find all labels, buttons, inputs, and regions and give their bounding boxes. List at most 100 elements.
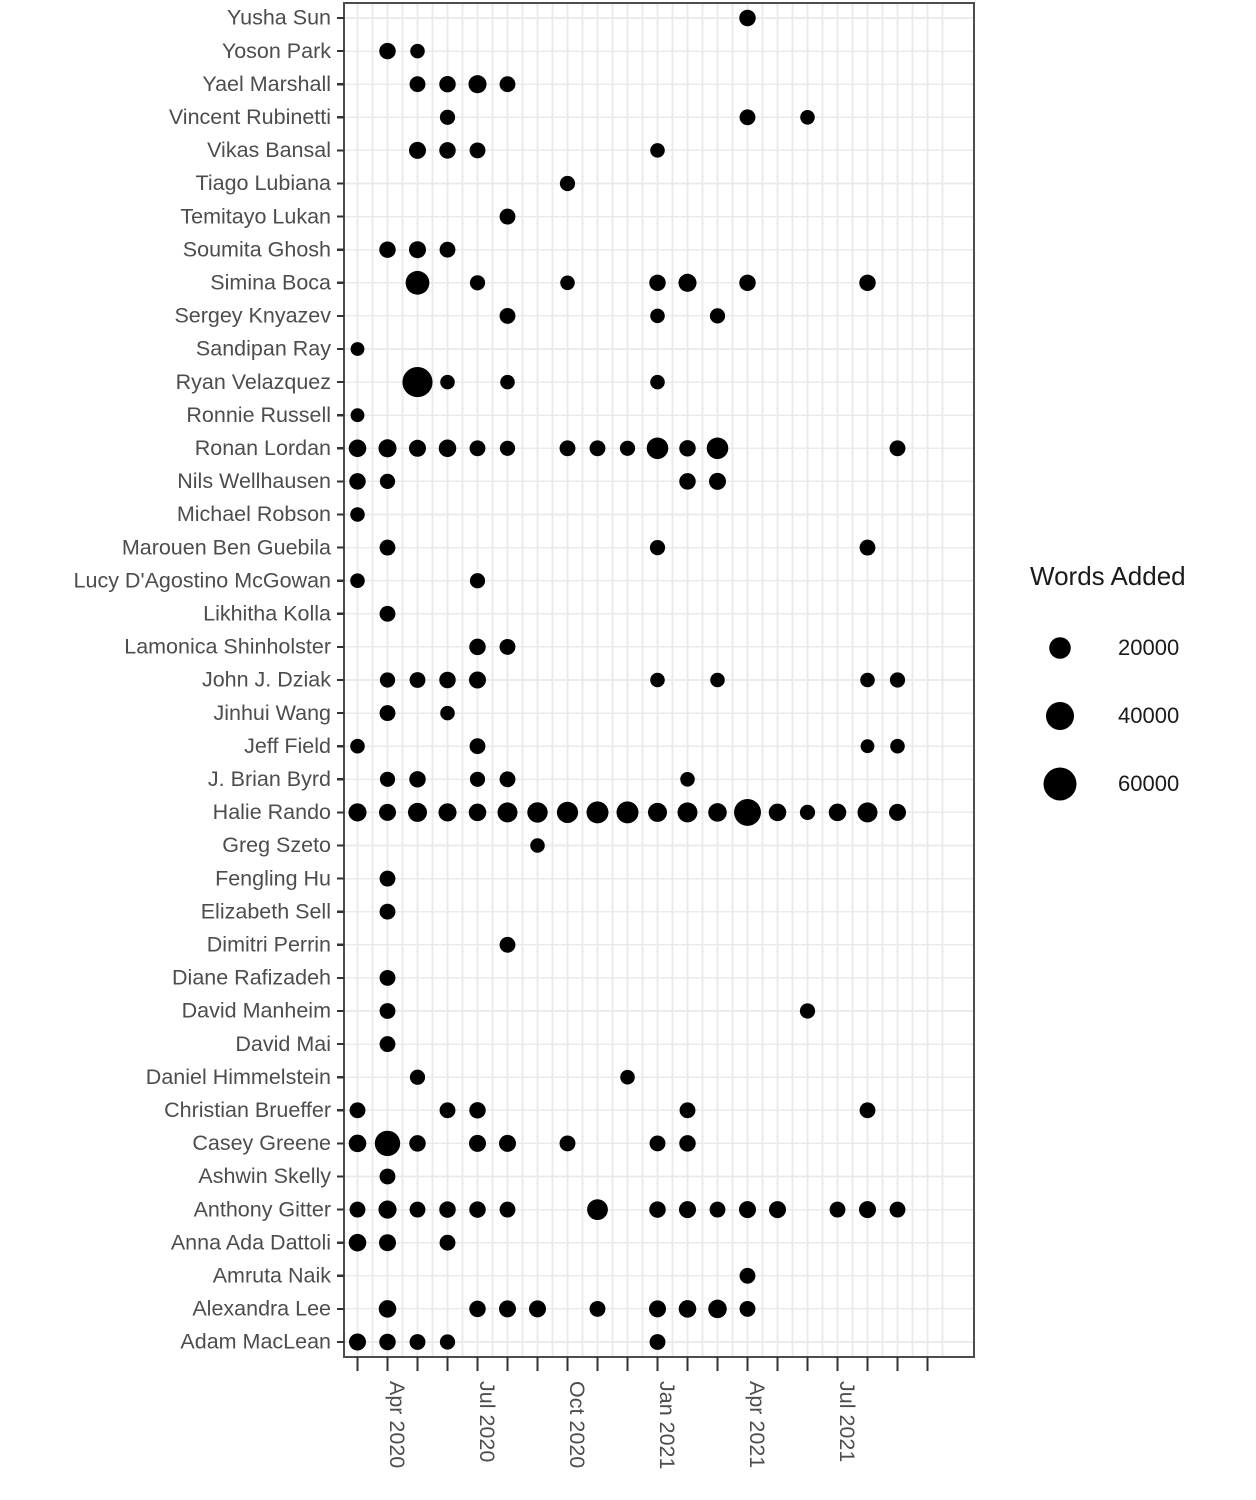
y-axis-tick-label: Vincent Rubinetti	[169, 105, 331, 129]
y-axis-tick-label: Jeff Field	[244, 734, 331, 758]
data-point-bubble	[469, 440, 486, 457]
data-point-bubble	[440, 705, 455, 721]
data-point-bubble	[708, 1299, 727, 1319]
data-point-bubble	[378, 1300, 397, 1318]
y-axis-tick-label: Sergey Knyazev	[174, 304, 331, 328]
data-point-bubble	[379, 672, 396, 688]
data-point-bubble	[469, 1102, 486, 1119]
data-point-bubble	[708, 803, 727, 822]
data-point-bubble	[739, 1267, 756, 1284]
data-point-bubble	[499, 1201, 516, 1218]
data-point-bubble	[469, 573, 486, 589]
data-point-bubble	[679, 1135, 696, 1152]
data-point-bubble	[649, 1135, 666, 1152]
data-point-bubble	[378, 1200, 397, 1219]
data-point-bubble	[379, 473, 396, 490]
data-point-bubble	[439, 1234, 456, 1251]
data-point-bubble	[708, 472, 727, 490]
data-point-bubble	[378, 439, 397, 458]
y-axis-tick-label: Adam MacLean	[180, 1330, 331, 1354]
data-point-bubble	[556, 801, 579, 824]
data-point-bubble	[379, 870, 396, 887]
y-axis-tick-label: Soumita Ghosh	[183, 237, 331, 261]
data-point-bubble	[560, 275, 575, 291]
data-point-bubble	[648, 1300, 667, 1318]
data-point-bubble	[649, 1334, 666, 1350]
data-point-bubble	[530, 838, 545, 853]
data-point-bubble	[649, 1201, 666, 1218]
legend-key-label: 20000	[1118, 635, 1179, 660]
legend-title: Words Added	[1030, 561, 1186, 591]
data-point-bubble	[349, 1201, 366, 1218]
data-point-bubble	[559, 175, 576, 192]
data-point-bubble	[348, 1233, 367, 1252]
data-point-bubble	[890, 738, 905, 754]
data-point-bubble	[650, 672, 665, 688]
y-axis-tick-label: Marouen Ben Guebila	[122, 535, 331, 559]
data-point-bubble	[497, 802, 518, 823]
data-point-bubble	[589, 440, 606, 457]
legend: Words Added 20000 40000 60000	[1030, 561, 1186, 801]
y-axis-tick-label: David Mai	[235, 1032, 331, 1056]
data-point-bubble	[828, 803, 847, 822]
y-axis-tick-label: Likhitha Kolla	[203, 601, 331, 625]
data-point-bubble	[800, 110, 815, 125]
y-axis-tick-label: Halie Rando	[213, 800, 331, 824]
y-axis-tick-label: Ronnie Russell	[186, 403, 331, 427]
data-point-bubble	[499, 307, 516, 324]
y-axis-tick-label: David Manheim	[182, 999, 331, 1023]
y-axis-tick-label: Yoson Park	[222, 39, 331, 63]
data-point-bubble	[379, 969, 396, 986]
data-point-bubble	[858, 1201, 877, 1219]
legend-size-dot	[1043, 767, 1077, 801]
data-point-bubble	[857, 802, 878, 823]
data-point-bubble	[469, 771, 486, 787]
data-point-bubble	[499, 208, 516, 225]
data-point-bubble	[739, 274, 756, 292]
data-point-bubble	[402, 367, 433, 398]
data-point-bubble	[409, 771, 426, 788]
data-point-bubble	[738, 1201, 757, 1219]
data-point-bubble	[859, 274, 876, 292]
data-point-bubble	[350, 408, 365, 423]
data-point-bubble	[408, 241, 427, 259]
data-point-bubble	[499, 771, 516, 788]
data-point-bubble	[499, 936, 516, 953]
data-point-bubble	[379, 605, 396, 622]
data-point-bubble	[409, 1201, 426, 1218]
data-point-bubble	[379, 539, 396, 556]
y-axis-tick-label: Jinhui Wang	[213, 701, 331, 725]
y-axis-tick-label: Ashwin Skelly	[198, 1164, 331, 1188]
data-point-bubble	[378, 1234, 397, 1252]
y-axis-tick-label: Vikas Bansal	[207, 138, 331, 162]
data-point-bubble	[379, 1003, 396, 1019]
x-axis-tick-label: Apr 2021	[745, 1381, 769, 1468]
y-axis-tick-label: Simina Boca	[210, 270, 331, 294]
data-point-bubble	[889, 672, 906, 688]
y-axis-tick-label: Amruta Naik	[213, 1263, 332, 1287]
data-point-bubble	[650, 308, 665, 324]
data-point-bubble	[680, 772, 695, 787]
data-point-bubble	[348, 1134, 367, 1153]
x-axis-tick-label: Jul 2020	[475, 1381, 499, 1462]
data-point-bubble	[468, 803, 487, 822]
y-axis-tick-label: Fengling Hu	[215, 866, 331, 890]
data-point-bubble	[586, 801, 609, 824]
data-point-bubble	[468, 75, 487, 94]
data-point-bubble	[646, 437, 669, 460]
y-axis-tick-label: Sandipan Ray	[196, 337, 331, 361]
y-axis-tick-label: Diane Rafizadeh	[172, 966, 331, 990]
data-point-bubble	[438, 803, 457, 822]
data-point-bubble	[678, 273, 697, 292]
data-point-bubble	[468, 671, 487, 689]
x-axis-tick-label: Oct 2020	[565, 1381, 589, 1468]
x-axis: Apr 2020 Jul 2020 Oct 2020 Jan 2021 Apr 2021…	[356, 1357, 929, 1469]
data-point-bubble	[469, 142, 486, 159]
data-point-bubble	[439, 1334, 456, 1350]
y-axis-tick-label: Christian Brueffer	[164, 1098, 331, 1122]
data-point-bubble	[350, 342, 365, 356]
data-point-bubble	[439, 241, 456, 258]
data-point-bubble	[619, 440, 636, 456]
data-point-bubble	[408, 141, 427, 159]
data-point-bubble	[408, 439, 427, 457]
